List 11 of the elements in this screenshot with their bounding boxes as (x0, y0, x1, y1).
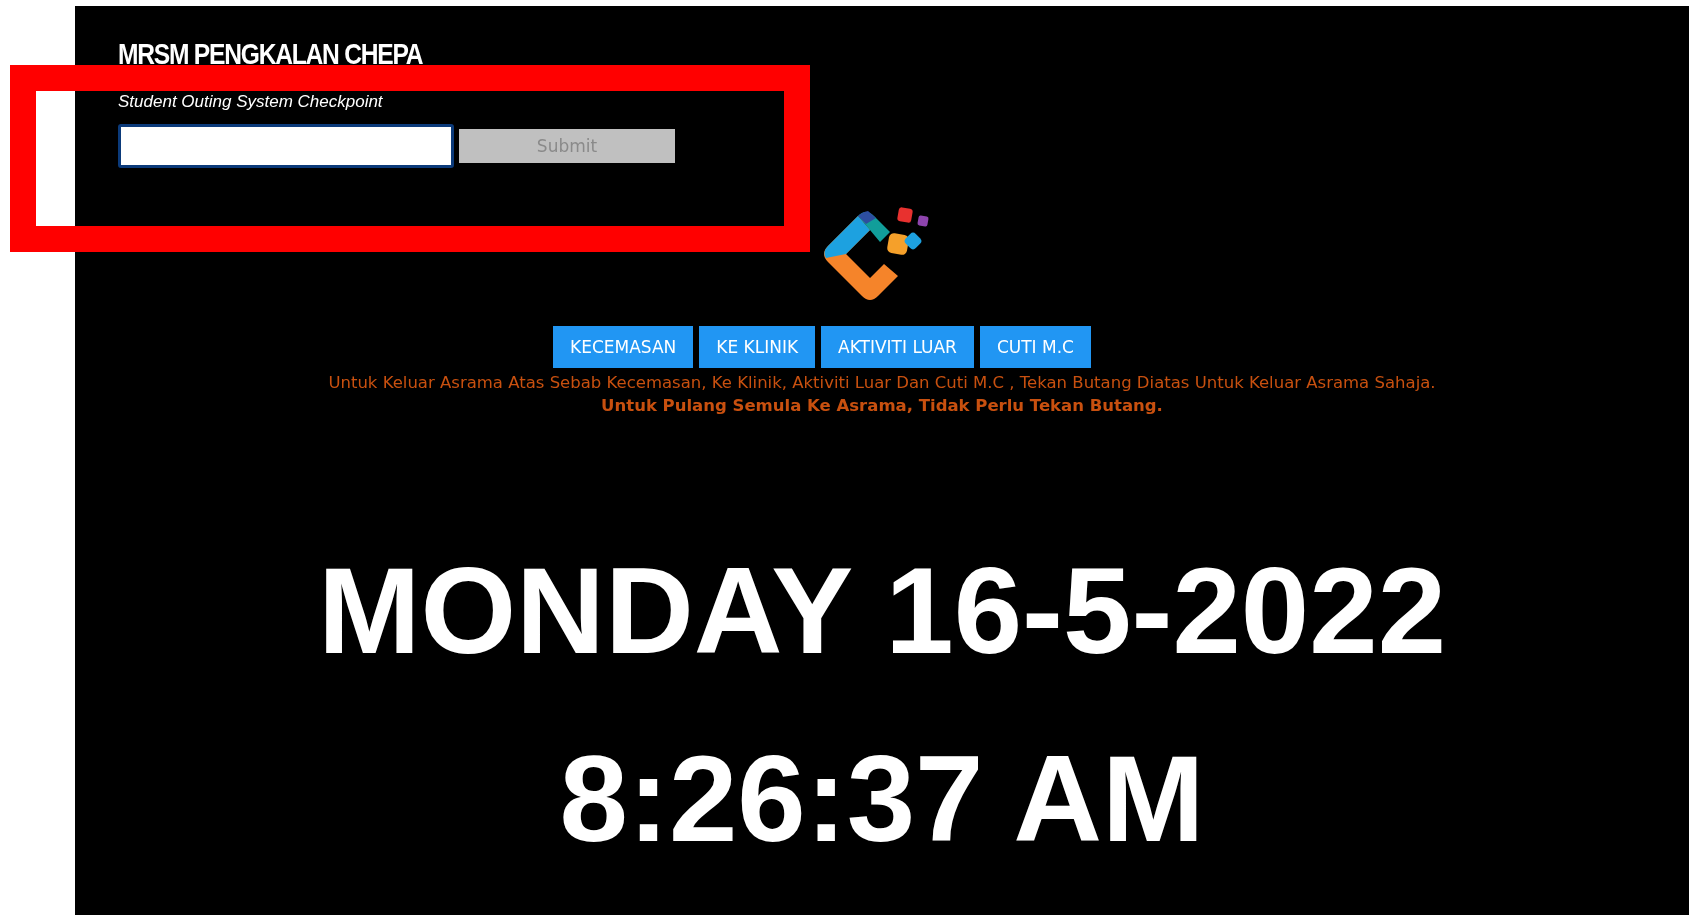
notice-text: Untuk Keluar Asrama Atas Sebab Kecemasan, Ke Klinik, Aktiviti Luar Dan Cuti M.C , Tekan Butang Diatas Untuk Keluar Asrama Sahaja. (328, 373, 1436, 392)
site-title: MRSM PENGKALAN CHEPA (118, 36, 423, 72)
notice-text: Untuk Pulang Semula Ke Asrama, Tidak Perlu Tekan Butang. (601, 396, 1163, 415)
category-button[interactable]: KE KLINIK (699, 326, 816, 368)
category-button[interactable]: CUTI M.C (979, 326, 1091, 368)
time-display: 8:26:37 AM (559, 737, 1205, 860)
date-display: MONDAY 16-5-2022 (317, 549, 1447, 672)
category-button[interactable]: KECEMASAN (553, 326, 694, 368)
form-label: Student Outing System Checkpoint (118, 92, 383, 112)
category-button[interactable]: AKTIVITI LUAR (821, 326, 974, 368)
input-field[interactable] (118, 124, 454, 168)
